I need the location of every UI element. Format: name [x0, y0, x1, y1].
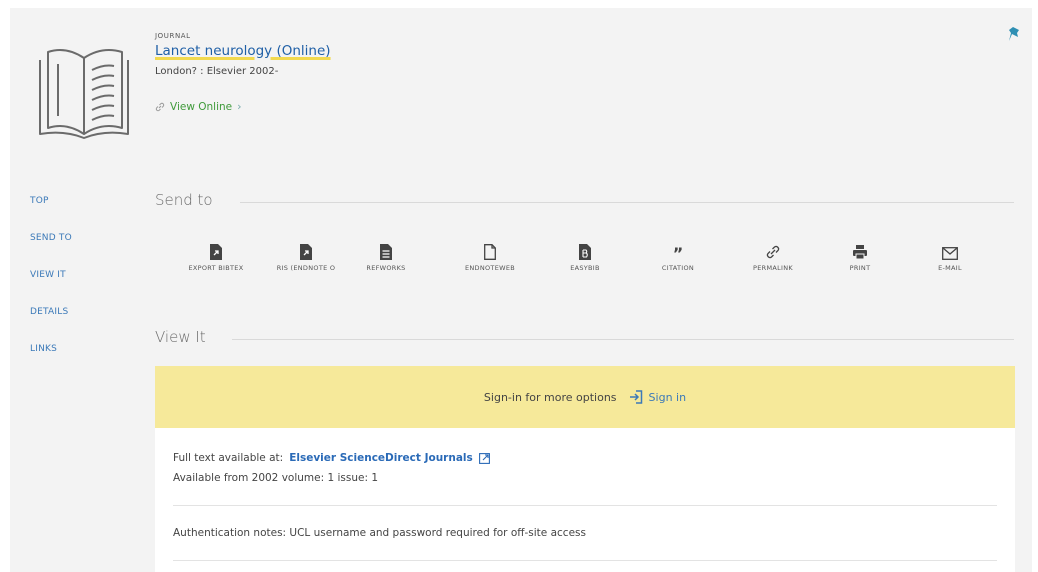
view-it-heading: View It — [155, 328, 206, 346]
ris-endnote-label: RIS (ENDNOTE O — [276, 264, 336, 272]
record-panel: JOURNAL Lancet neurology (Online) London… — [10, 8, 1032, 572]
quote-icon: ” — [672, 244, 684, 263]
record-publication: London? : Elsevier 2002- — [155, 66, 279, 77]
print-label: PRINT — [849, 264, 871, 272]
blank-file-icon — [484, 244, 496, 260]
send-to-heading: Send to — [155, 191, 213, 209]
availability-text: Available from 2002 volume: 1 issue: 1 — [173, 472, 379, 484]
easybib-label: EASYBIB — [570, 264, 600, 272]
export-file-icon — [300, 244, 312, 260]
pin-icon[interactable] — [1008, 26, 1022, 44]
open-book-icon — [39, 49, 129, 139]
nav-item-links[interactable]: LINKS — [30, 344, 72, 381]
view-it-content: Full text available at: Elsevier Science… — [155, 428, 1015, 572]
full-text-label: Full text available at: — [173, 452, 284, 464]
permalink-label: PERMALINK — [753, 264, 793, 272]
nav-item-send-to[interactable]: SEND TO — [30, 233, 72, 270]
link-icon — [155, 102, 165, 111]
endnoteweb-button[interactable]: ENDNOTEWEB — [460, 240, 520, 272]
refworks-button[interactable]: REFWORKS — [356, 240, 416, 272]
nav-item-top[interactable]: TOP — [30, 196, 72, 233]
email-button[interactable]: E-MAIL — [920, 240, 980, 272]
content-divider — [173, 505, 997, 506]
citation-button[interactable]: ” CITATION — [648, 240, 708, 273]
signin-link[interactable]: Sign in — [629, 390, 687, 404]
authentication-note: Authentication notes: UCL username and p… — [173, 527, 586, 539]
full-text-provider-link[interactable]: Elsevier ScienceDirect Journals — [289, 452, 473, 464]
printer-icon — [853, 245, 867, 260]
permalink-button[interactable]: PERMALINK — [743, 240, 803, 272]
record-type: JOURNAL — [155, 32, 191, 40]
record-title-link[interactable]: Lancet neurology (Online) — [155, 43, 331, 59]
send-to-divider — [240, 202, 1014, 203]
print-button[interactable]: PRINT — [830, 240, 890, 272]
chevron-right-icon: › — [237, 100, 242, 113]
ris-endnote-button[interactable]: RIS (ENDNOTE O — [270, 240, 342, 272]
full-text-line: Full text available at: Elsevier Science… — [173, 452, 490, 464]
signin-banner: Sign-in for more options Sign in — [155, 366, 1015, 428]
signin-prompt: Sign-in for more options — [483, 390, 617, 404]
export-bibtex-button[interactable]: EXPORT BIBTEX — [180, 240, 252, 272]
email-label: E-MAIL — [938, 264, 962, 272]
document-icon — [380, 244, 392, 260]
nav-item-details[interactable]: DETAILS — [30, 307, 72, 344]
export-bibtex-label: EXPORT BIBTEX — [188, 264, 244, 272]
view-it-divider — [232, 339, 1014, 340]
view-online-link[interactable]: View Online › — [155, 100, 242, 113]
external-link-icon[interactable] — [478, 452, 490, 464]
view-online-label: View Online — [170, 100, 233, 113]
export-file-icon — [210, 244, 222, 260]
sign-in-icon — [629, 390, 642, 404]
nav-item-view-it[interactable]: VIEW IT — [30, 270, 72, 307]
section-nav: TOP SEND TO VIEW IT DETAILS LINKS — [30, 196, 72, 381]
easybib-button[interactable]: EASYBIB — [555, 240, 615, 272]
envelope-icon — [942, 247, 958, 260]
refworks-label: REFWORKS — [366, 264, 406, 272]
easybib-file-icon — [579, 244, 591, 260]
content-divider — [173, 560, 997, 561]
signin-label: Sign in — [648, 390, 687, 404]
endnoteweb-label: ENDNOTEWEB — [464, 264, 516, 272]
citation-label: CITATION — [661, 264, 695, 272]
link-icon — [766, 245, 780, 259]
